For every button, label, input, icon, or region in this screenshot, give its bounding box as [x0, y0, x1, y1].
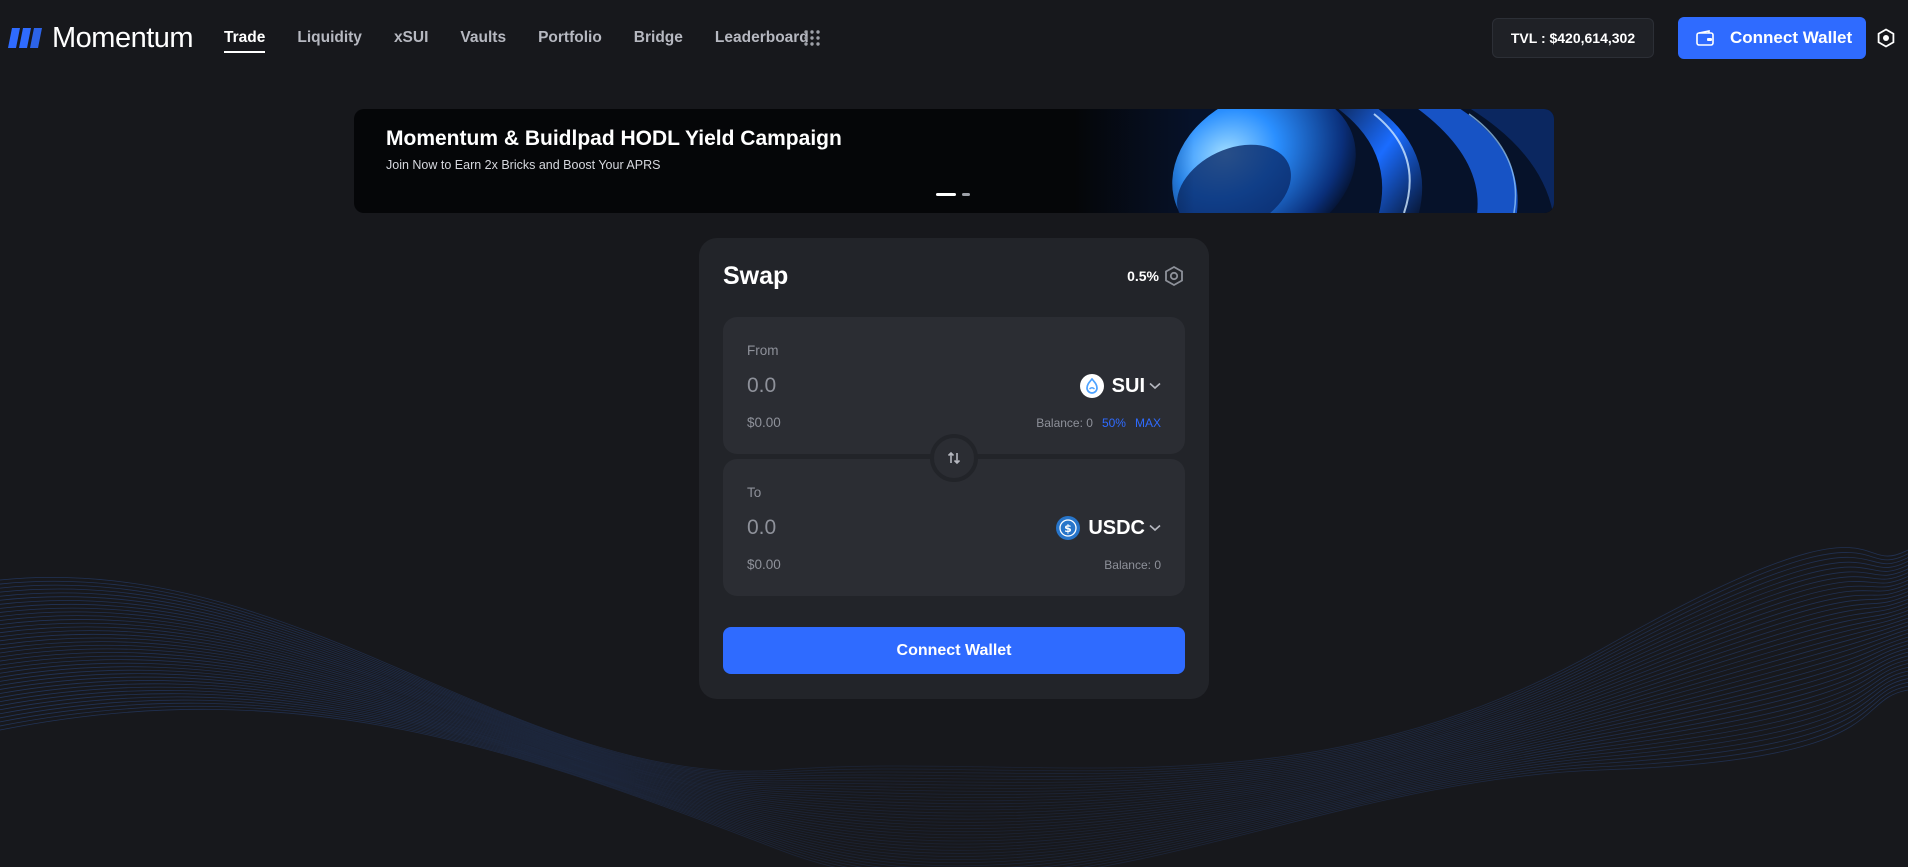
switch-tokens-button[interactable] [930, 434, 978, 482]
banner-title: Momentum & Buidlpad HODL Yield Campaign [386, 127, 842, 150]
to-label: To [747, 485, 762, 500]
to-token-symbol: USDC [1088, 516, 1145, 539]
background-wave-line [0, 670, 1908, 867]
from-amount-input[interactable] [747, 371, 1007, 401]
swap-card: Swap 0.5% From $0.00 SUI Balance: 0 [699, 238, 1209, 699]
connect-wallet-header-button[interactable]: Connect Wallet [1678, 17, 1866, 59]
from-token-select[interactable]: SUI [1079, 372, 1161, 400]
connect-wallet-header-label: Connect Wallet [1730, 28, 1853, 47]
to-usd-value: $0.00 [747, 557, 781, 572]
to-amount-input[interactable] [747, 513, 1007, 543]
main-nav: Trade Liquidity xSUI Vaults Portfolio Br… [224, 26, 841, 54]
chevron-down-icon [1149, 524, 1161, 532]
chevron-down-icon [1149, 382, 1161, 390]
campaign-banner[interactable]: Momentum & Buidlpad HODL Yield Campaign … [354, 109, 1554, 213]
tvl-badge: TVL : $420,614,302 [1492, 18, 1654, 58]
nav-item-portfolio[interactable]: Portfolio [538, 26, 602, 54]
nav-item-xsui[interactable]: xSUI [394, 26, 428, 54]
nav-item-bridge[interactable]: Bridge [634, 26, 683, 54]
grid-dots-icon[interactable] [803, 29, 821, 47]
svg-text:$: $ [1065, 522, 1073, 535]
banner-dot-active[interactable] [936, 193, 956, 196]
brand-name: Momentum [52, 21, 194, 54]
nav-item-vaults[interactable]: Vaults [460, 26, 506, 54]
slippage-value: 0.5% [1127, 268, 1159, 284]
from-label: From [747, 343, 779, 358]
nav-item-leaderboard[interactable]: Leaderboard [715, 26, 809, 54]
swap-title: Swap [723, 262, 789, 290]
banner-dot[interactable] [962, 193, 970, 196]
half-balance-button[interactable]: 50% [1102, 416, 1126, 430]
to-token-select[interactable]: $ USDC [1056, 514, 1161, 542]
from-usd-value: $0.00 [747, 415, 781, 430]
sui-token-icon [1079, 374, 1104, 398]
slippage-settings[interactable]: 0.5% [1127, 265, 1185, 287]
top-header: Momentum Trade Liquidity xSUI Vaults Por… [0, 0, 1908, 76]
wallet-icon [1696, 30, 1714, 46]
from-balance: Balance: 0 [1036, 416, 1093, 430]
momentum-logo-icon [8, 28, 42, 48]
banner-artwork [1074, 109, 1554, 213]
gear-icon[interactable] [1876, 28, 1896, 48]
banner-subtitle: Join Now to Earn 2x Bricks and Boost You… [386, 158, 661, 172]
to-balance: Balance: 0 [1104, 558, 1161, 572]
momentum-logo[interactable]: Momentum [8, 20, 194, 56]
connect-wallet-swap-button[interactable]: Connect Wallet [723, 627, 1185, 674]
from-balance-row: Balance: 0 50% MAX [1036, 416, 1161, 430]
from-token-symbol: SUI [1111, 374, 1145, 397]
swap-arrows-icon [947, 451, 961, 465]
nav-item-trade[interactable]: Trade [224, 26, 266, 54]
max-balance-button[interactable]: MAX [1135, 416, 1161, 430]
usdc-token-icon: $ [1056, 516, 1081, 540]
to-balance-row: Balance: 0 [1104, 558, 1161, 572]
nav-item-liquidity[interactable]: Liquidity [297, 26, 362, 54]
settings-hex-icon [1165, 265, 1183, 287]
banner-pagination [936, 193, 970, 196]
